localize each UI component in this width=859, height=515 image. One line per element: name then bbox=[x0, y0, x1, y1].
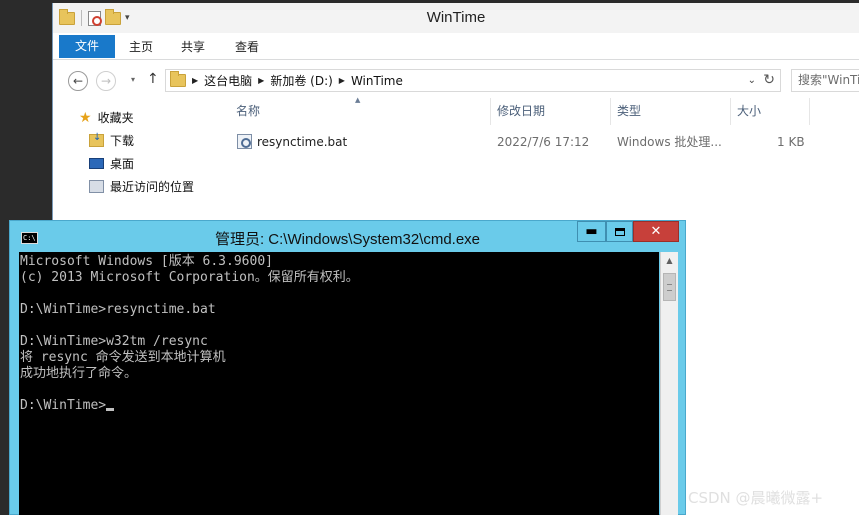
console-line: (c) 2013 Microsoft Corporation。保留所有权利。 bbox=[20, 270, 359, 285]
console-line: Microsoft Windows [版本 6.3.9600] bbox=[20, 254, 273, 269]
sidebar-item-label: 下载 bbox=[110, 134, 135, 148]
file-size: 1 KB bbox=[777, 135, 805, 149]
chevron-down-icon[interactable]: ⌄ bbox=[748, 75, 756, 86]
column-header-size[interactable]: 大小 bbox=[730, 98, 810, 125]
console-line: 成功地执行了命令。 bbox=[20, 366, 138, 381]
desktop-icon bbox=[89, 158, 104, 169]
close-button[interactable]: ✕ bbox=[633, 221, 679, 242]
sidebar-item-downloads[interactable]: 下载 bbox=[89, 132, 134, 149]
console-line: D:\WinTime>resynctime.bat bbox=[20, 302, 216, 317]
file-date-modified: 2022/7/6 17:12 bbox=[497, 135, 590, 149]
sidebar-item-label: 桌面 bbox=[110, 157, 135, 171]
maximize-button[interactable] bbox=[606, 221, 633, 242]
batch-file-icon bbox=[237, 134, 252, 149]
forward-button[interactable]: → bbox=[96, 71, 116, 91]
console-output[interactable]: Microsoft Windows [版本 6.3.9600] (c) 2013 … bbox=[19, 252, 659, 515]
console-prompt: D:\WinTime> bbox=[20, 398, 107, 413]
sidebar-item-label: 最近访问的位置 bbox=[110, 180, 195, 194]
chevron-right-icon[interactable]: ▶ bbox=[258, 76, 264, 85]
tab-home[interactable]: 主页 bbox=[117, 34, 165, 60]
chevron-right-icon[interactable]: ▶ bbox=[192, 76, 198, 85]
cmd-window: C:\ 管理员: C:\Windows\System32\cmd.exe ▬ ✕… bbox=[9, 220, 686, 515]
breadcrumb-this-pc[interactable]: 这台电脑 bbox=[204, 72, 252, 89]
explorer-title-bar: ▾ WinTime bbox=[53, 3, 859, 33]
column-header-date-modified[interactable]: 修改日期 bbox=[490, 98, 611, 125]
sidebar-item-label: 收藏夹 bbox=[97, 111, 134, 125]
breadcrumb-drive-d[interactable]: 新加卷 (D:) bbox=[270, 72, 332, 89]
text-cursor bbox=[106, 408, 115, 411]
chevron-right-icon[interactable]: ▶ bbox=[339, 76, 345, 85]
recent-locations-chevron-icon[interactable]: ▾ bbox=[131, 75, 135, 84]
address-row: ← → ▾ ↑ ▶ 这台电脑 ▶ 新加卷 (D:) ▶ WinTime ⌄ ↻ … bbox=[53, 61, 859, 99]
file-type: Windows 批处理... bbox=[617, 135, 722, 149]
vertical-scrollbar[interactable]: ▲ bbox=[660, 252, 678, 515]
up-arrow-icon[interactable]: ↑ bbox=[147, 71, 159, 87]
scroll-up-icon[interactable]: ▲ bbox=[661, 252, 678, 269]
console-prompt-line: D:\WinTime> bbox=[20, 398, 659, 414]
file-name: resynctime.bat bbox=[257, 135, 348, 149]
address-bar[interactable]: ▶ 这台电脑 ▶ 新加卷 (D:) ▶ WinTime ⌄ ↻ bbox=[165, 69, 781, 92]
tab-file[interactable]: 文件 bbox=[59, 35, 115, 58]
downloads-icon bbox=[89, 132, 104, 147]
console-line: 将 resync 命令发送到本地计算机 bbox=[20, 350, 226, 365]
minimize-button[interactable]: ▬ bbox=[577, 221, 606, 242]
sidebar-item-recent-places[interactable]: 最近访问的位置 bbox=[89, 178, 194, 195]
tab-share[interactable]: 共享 bbox=[169, 34, 217, 60]
table-row[interactable]: resynctime.bat 2022/7/6 17:12 Windows 批处… bbox=[229, 131, 809, 153]
sidebar-item-desktop[interactable]: 桌面 bbox=[89, 155, 134, 172]
star-icon: ★ bbox=[79, 109, 92, 126]
refresh-icon[interactable]: ↻ bbox=[763, 72, 775, 88]
column-header-type[interactable]: 类型 bbox=[610, 98, 731, 125]
column-header-name[interactable]: 名称 bbox=[229, 98, 491, 125]
ribbon-tabs: 文件 主页 共享 查看 bbox=[53, 34, 859, 60]
maximize-icon bbox=[614, 227, 625, 236]
window-title: WinTime bbox=[426, 9, 486, 26]
breadcrumb-wintime[interactable]: WinTime bbox=[351, 74, 403, 88]
search-input[interactable]: 搜索"WinTime" bbox=[791, 69, 859, 92]
scrollbar-thumb[interactable] bbox=[663, 273, 676, 301]
folder-icon bbox=[170, 71, 186, 87]
console-line: D:\WinTime>w32tm /resync bbox=[20, 334, 208, 349]
tab-view[interactable]: 查看 bbox=[223, 34, 271, 60]
recent-places-icon bbox=[89, 180, 104, 193]
sidebar-item-favorites[interactable]: ★ 收藏夹 bbox=[79, 109, 134, 126]
back-button[interactable]: ← bbox=[68, 71, 88, 91]
watermark: CSDN @晨曦微露+ bbox=[688, 489, 824, 507]
